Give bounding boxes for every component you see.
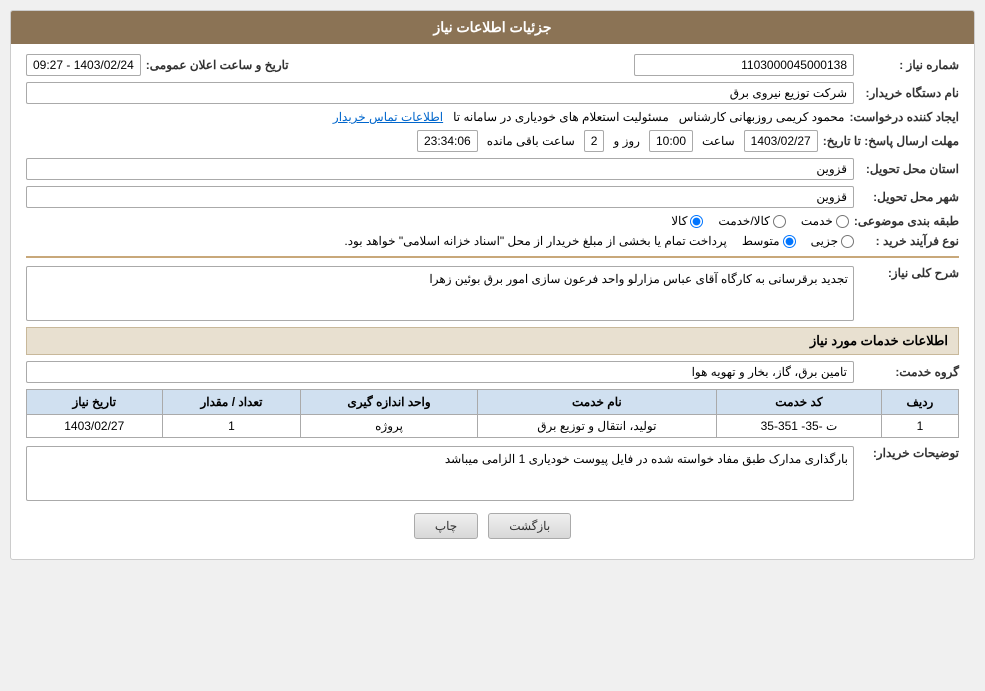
col-unit: واحد اندازه گیری <box>301 390 477 415</box>
col-name: نام خدمت <box>477 390 716 415</box>
province-input[interactable] <box>26 158 854 180</box>
city-input[interactable] <box>26 186 854 208</box>
creator-role: مسئولیت استعلام های خودیاری در سامانه تا <box>453 110 669 124</box>
announce-date-value: 1403/02/24 - 09:27 <box>26 54 141 76</box>
process-radio-group: جزیی متوسط پرداخت تمام یا بخشی از مبلغ خ… <box>344 234 854 248</box>
category-radio-group: خدمت کالا/خدمت کالا <box>671 214 849 228</box>
remaining-label: ساعت باقی مانده <box>487 134 575 148</box>
city-label: شهر محل تحویل: <box>859 190 959 204</box>
description-textarea[interactable] <box>26 266 854 321</box>
creator-contact-link[interactable]: اطلاعات تماس خریدار <box>333 110 443 124</box>
announce-date-label: تاریخ و ساعت اعلان عمومی: <box>146 58 289 72</box>
buyer-notes-textarea[interactable] <box>26 446 854 501</box>
response-date-value: 1403/02/27 <box>744 130 818 152</box>
creator-name: محمود کریمی روزبهانی کارشناس <box>679 110 845 124</box>
back-button[interactable]: بازگشت <box>488 513 571 539</box>
category-goods-service[interactable]: کالا/خدمت <box>718 214 785 228</box>
page-title: جزئیات اطلاعات نیاز <box>11 11 974 44</box>
col-row: ردیف <box>881 390 958 415</box>
buyer-notes-label: توضیحات خریدار: <box>859 446 959 460</box>
category-label: طبقه بندی موضوعی: <box>854 214 959 228</box>
time-remaining: 23:34:06 <box>417 130 478 152</box>
response-days: 2 <box>584 130 605 152</box>
print-button[interactable]: چاپ <box>414 513 478 539</box>
days-label: روز و <box>613 134 640 148</box>
process-note: پرداخت تمام یا بخشی از مبلغ خریدار از مح… <box>344 234 727 248</box>
services-table: ردیف کد خدمت نام خدمت واحد اندازه گیری ت… <box>26 389 959 438</box>
buyer-org-input[interactable] <box>26 82 854 104</box>
process-partial[interactable]: جزیی <box>811 234 854 248</box>
col-qty: تعداد / مقدار <box>162 390 301 415</box>
buyer-org-label: نام دستگاه خریدار: <box>859 86 959 100</box>
services-section-title: اطلاعات خدمات مورد نیاز <box>26 327 959 355</box>
response-date-label: مهلت ارسال پاسخ: تا تاریخ: <box>823 134 959 148</box>
table-row: 1ت -35- 351-35تولید، انتقال و توزیع برقپ… <box>27 415 959 438</box>
button-row: بازگشت چاپ <box>26 513 959 549</box>
col-code: کد خدمت <box>717 390 882 415</box>
service-group-label: گروه خدمت: <box>859 365 959 379</box>
creator-label: ایجاد کننده درخواست: <box>849 110 959 124</box>
process-label: نوع فرآیند خرید : <box>859 234 959 248</box>
response-time-value: 10:00 <box>649 130 693 152</box>
need-number-input[interactable] <box>634 54 854 76</box>
need-number-label: شماره نیاز : <box>859 58 959 72</box>
col-date: تاریخ نیاز <box>27 390 163 415</box>
service-group-input[interactable] <box>26 361 854 383</box>
description-label: شرح کلی نیاز: <box>859 266 959 280</box>
time-label: ساعت <box>702 134 735 148</box>
category-goods[interactable]: کالا <box>671 214 703 228</box>
category-service[interactable]: خدمت <box>801 214 849 228</box>
province-label: استان محل تحویل: <box>859 162 959 176</box>
process-medium[interactable]: متوسط <box>742 234 796 248</box>
